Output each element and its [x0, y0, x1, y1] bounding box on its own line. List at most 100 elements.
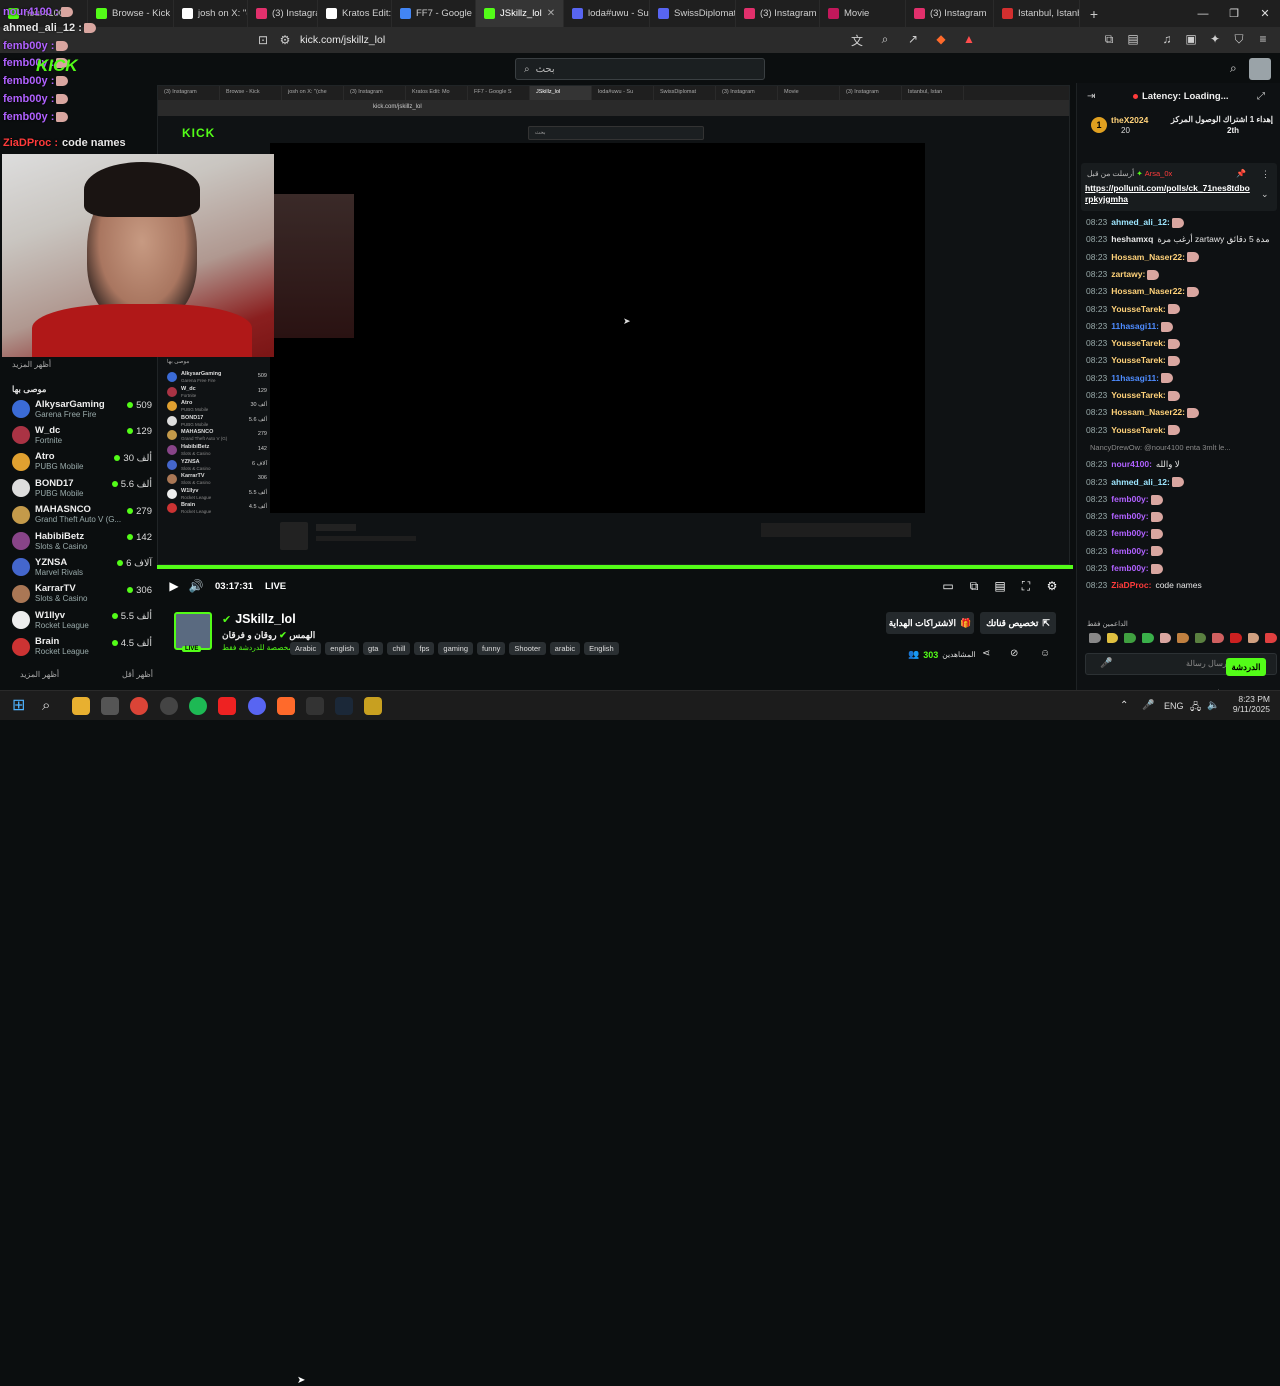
language-indicator[interactable]: ENG — [1164, 701, 1184, 711]
search-input[interactable]: ⌕ بحث — [515, 58, 765, 80]
sidebar-channel[interactable]: AlkysarGaming Garena Free Fire 509 — [12, 396, 152, 422]
stream-tag[interactable]: English — [584, 642, 619, 655]
collapse-chat-icon[interactable]: ⇥ — [1087, 91, 1095, 102]
emote-icon[interactable] — [1159, 633, 1172, 643]
stream-tag[interactable]: english — [325, 642, 360, 655]
game-launcher-icon[interactable] — [364, 697, 382, 715]
file-explorer-icon[interactable] — [72, 697, 90, 715]
chat-username[interactable]: Hossam_Naser22: — [1111, 286, 1185, 296]
chat-username[interactable]: 11hasagi11: — [1111, 373, 1159, 383]
close-tab-icon[interactable]: ✕ — [547, 8, 555, 19]
search-toggle-icon[interactable]: ⌕ — [1230, 61, 1237, 76]
chrome-icon[interactable] — [130, 697, 148, 715]
browser-tab[interactable]: josh on X: "(che — [174, 0, 248, 27]
send-chat-button[interactable]: الدردشة — [1226, 658, 1266, 676]
taskbar-search-icon[interactable]: ⌕ — [42, 697, 60, 715]
stream-tag[interactable]: chill — [387, 642, 411, 655]
emote-icon[interactable] — [1177, 633, 1189, 643]
chat-username[interactable]: YousseTarek: — [1111, 390, 1166, 400]
chat-username[interactable]: YousseTarek: — [1111, 355, 1166, 365]
brave-icon[interactable] — [277, 697, 295, 715]
browser-tab[interactable]: (3) Instagram — [248, 0, 318, 27]
chat-username[interactable]: nour4100: — [1111, 459, 1152, 469]
browser-tab[interactable]: (3) Instagram — [906, 0, 994, 27]
gift-top-user[interactable]: theX2024 — [1111, 115, 1148, 125]
brave-shield-icon[interactable]: ◆ — [930, 32, 952, 49]
stream-tag[interactable]: funny — [477, 642, 506, 655]
emote-icon[interactable] — [1194, 633, 1207, 643]
chat-username[interactable]: zartawy: — [1111, 269, 1145, 279]
tray-mic-icon[interactable]: 🎤 — [1142, 700, 1154, 711]
media-app-icon[interactable] — [218, 697, 236, 715]
user-avatar[interactable] — [1249, 58, 1271, 80]
show-less-link[interactable]: أظهر أقل — [122, 670, 153, 679]
pinned-link[interactable]: https://pollunit.com/polls/ck_71nes8tdbo… — [1085, 183, 1253, 205]
mic-icon[interactable]: 🎤 — [1100, 658, 1112, 669]
emote-icon[interactable] — [1141, 633, 1154, 643]
start-icon[interactable]: ⊞ — [12, 697, 30, 715]
stream-progress-bar[interactable] — [157, 565, 1073, 569]
sidebar-channel[interactable]: BOND17 PUBG Mobile 5.6 ألف — [12, 475, 152, 501]
fullscreen-icon[interactable]: ⛶ — [1015, 579, 1037, 594]
stream-tag[interactable]: gaming — [438, 642, 474, 655]
browser-tab[interactable]: Kratos Edit: Mo — [318, 0, 392, 27]
emote-icon[interactable] — [1230, 633, 1242, 643]
rewards-icon[interactable]: ▲ — [958, 32, 980, 49]
close-window-icon[interactable]: ✕ — [1250, 0, 1280, 27]
stream-tag[interactable]: gta — [363, 642, 384, 655]
theater-mode-icon[interactable]: ▭ — [937, 579, 959, 594]
browser-tab[interactable]: SwissDiplomat — [650, 0, 736, 27]
chat-username[interactable]: femb00y: — [1111, 511, 1148, 521]
music-icon[interactable]: ♫ — [1156, 32, 1178, 47]
sidebar-channel[interactable]: W1llyv Rocket League 5.5 ألف — [12, 607, 152, 633]
hide-icon[interactable]: ⊘ — [1010, 648, 1018, 659]
share-stream-icon[interactable]: ⋖ — [982, 648, 990, 659]
network-icon[interactable]: 🖧 — [1190, 700, 1201, 717]
bookmark-icon[interactable]: ⊡ — [252, 33, 274, 47]
chat-username[interactable]: ahmed_ali_12: — [1111, 217, 1170, 227]
new-tab-button[interactable]: + — [1080, 6, 1108, 22]
sidebar-channel[interactable]: HabibiBetz Slots & Casino 142 — [12, 528, 152, 554]
chat-username[interactable]: heshamxq — [1111, 234, 1153, 244]
sidebar-channel[interactable]: YZNSA Marvel Rivals 6 آلاف — [12, 554, 152, 580]
minimize-icon[interactable]: — — [1188, 0, 1218, 27]
github-icon[interactable] — [160, 697, 178, 715]
volume-icon[interactable]: 🔊 — [185, 579, 207, 593]
maximize-icon[interactable]: ❐ — [1219, 0, 1249, 27]
extensions-icon[interactable]: ⧉ — [1098, 32, 1120, 47]
emote-icon[interactable] — [1247, 633, 1260, 643]
share-icon[interactable]: ↗ — [902, 32, 924, 49]
emote-icon[interactable] — [1212, 633, 1225, 643]
emote-icon[interactable] — [1265, 633, 1278, 643]
store-icon[interactable] — [101, 697, 119, 715]
emote-icon[interactable] — [1124, 633, 1136, 643]
discord-icon[interactable] — [248, 697, 266, 715]
channel-avatar[interactable] — [174, 612, 212, 650]
chat-username[interactable]: ZiaDProc: — [1111, 580, 1151, 590]
channel-name[interactable]: JSkillz_lol — [235, 612, 295, 626]
vpn-icon[interactable]: ⛉ — [1228, 32, 1250, 47]
chat-username[interactable]: Hossam_Naser22: — [1111, 252, 1185, 262]
chat-username[interactable]: YousseTarek: — [1111, 425, 1166, 435]
wallet-icon[interactable]: ▣ — [1180, 32, 1202, 47]
show-more-bottom[interactable]: أظهر المزيد — [20, 670, 59, 679]
sidebar-channel[interactable]: MAHASNCO Grand Theft Auto V (G... 279 — [12, 502, 152, 528]
browser-tab[interactable]: Istanbul, Istanb — [994, 0, 1080, 27]
chat-username[interactable]: femb00y: — [1111, 528, 1148, 538]
stream-tag[interactable]: Arabic — [290, 642, 322, 655]
ai-icon[interactable]: ✦ — [1204, 32, 1226, 47]
show-more-top[interactable]: أظهر المزيد — [12, 360, 51, 369]
chat-username[interactable]: ahmed_ali_12: — [1111, 477, 1170, 487]
play-icon[interactable]: ▶ — [163, 579, 185, 593]
browser-tab[interactable]: FF7 - Google S — [392, 0, 476, 27]
chat-username[interactable]: femb00y: — [1111, 546, 1148, 556]
sidebar-icon[interactable]: ▤ — [1122, 32, 1144, 47]
stream-category[interactable]: الهمس — [289, 630, 315, 640]
pin-icon[interactable]: 📌 — [1236, 169, 1246, 178]
sidebar-channel[interactable]: Atro PUBG Mobile 30 ألف — [12, 449, 152, 475]
stream-tag[interactable]: Shooter — [509, 642, 546, 655]
chat-popout-icon[interactable]: ⤢ — [1257, 91, 1265, 102]
tray-chevron-icon[interactable]: ⌃ — [1120, 700, 1128, 711]
browser-tab[interactable]: (3) Instagram — [736, 0, 820, 27]
browser-tab[interactable]: loda#uwu - Sur — [564, 0, 650, 27]
